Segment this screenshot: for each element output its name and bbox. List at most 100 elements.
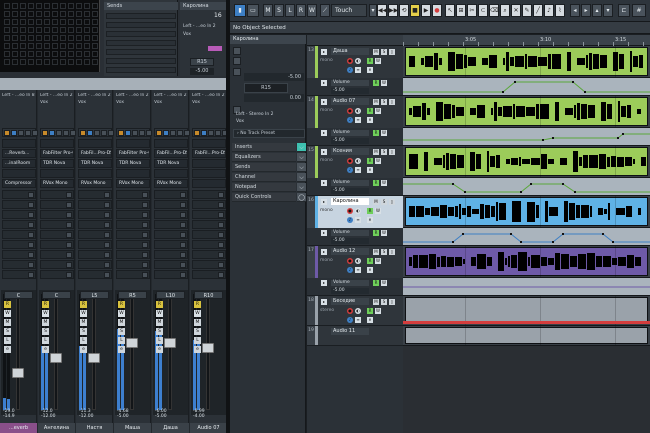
automation-curve[interactable] (403, 78, 650, 96)
slot-bypass-icon[interactable] (66, 212, 72, 218)
channel-output[interactable]: Vox (183, 32, 191, 37)
automation-point[interactable] (464, 191, 466, 193)
lower-zone-toggle-button[interactable]: ▭ (247, 4, 259, 17)
slot-bypass-icon[interactable] (218, 272, 224, 278)
overview-cell[interactable] (76, 51, 82, 57)
listen-button[interactable]: L (194, 337, 201, 344)
slot-bypass-icon[interactable] (28, 272, 34, 278)
track-mute-button[interactable]: M (373, 299, 379, 305)
mixer-divider-bar[interactable] (0, 78, 228, 90)
l-button[interactable]: L (285, 4, 295, 17)
slot-bypass-icon[interactable] (104, 272, 110, 278)
strip-toggle-button[interactable] (49, 130, 55, 136)
strip-input-routing[interactable]: Left - ...eo In 2 (40, 93, 74, 99)
mute-button[interactable]: M (42, 319, 49, 326)
rewind-button[interactable]: ◀◀ (377, 4, 387, 17)
slot-bypass-icon[interactable] (66, 272, 72, 278)
overview-cell[interactable] (36, 19, 42, 25)
automation-read-button[interactable]: R (373, 230, 379, 236)
overview-cell[interactable] (68, 3, 74, 9)
channel-name-label[interactable]: Даша (152, 423, 189, 433)
overview-cell[interactable] (28, 59, 34, 65)
volume-fader[interactable] (88, 353, 100, 363)
time-base-button[interactable]: ♪ (347, 117, 353, 123)
strip-output-routing[interactable]: Vox (154, 100, 188, 106)
overview-cell[interactable] (52, 27, 58, 33)
slot-bypass-icon[interactable] (142, 212, 148, 218)
automation-mode-select[interactable]: Touch (331, 4, 367, 17)
insert-slot[interactable] (116, 139, 150, 148)
insert-slot[interactable]: ...inalRoom (2, 159, 36, 168)
strip-toggle-button[interactable] (139, 130, 145, 136)
overview-cell[interactable] (60, 43, 66, 49)
slot-bypass-icon[interactable] (66, 242, 72, 248)
automation-write-button[interactable]: W (381, 180, 387, 186)
overview-cell[interactable] (28, 3, 34, 9)
automation-line[interactable] (403, 81, 650, 93)
overview-cell[interactable] (92, 3, 98, 9)
overview-cell[interactable] (68, 19, 74, 25)
insert-slot[interactable] (154, 169, 188, 178)
inspector-section-inserts[interactable]: Inserts (232, 143, 296, 152)
slot-bypass-icon[interactable] (180, 242, 186, 248)
track-expand-icon[interactable]: ▸ (321, 49, 327, 55)
overview-cell[interactable] (44, 35, 50, 41)
slot-bypass-icon[interactable] (66, 202, 72, 208)
overview-cell[interactable] (60, 3, 66, 9)
automation-line[interactable] (403, 133, 650, 141)
edit-button[interactable]: e (80, 346, 87, 353)
automation-track-header[interactable]: ▸ Volume -5.00 R W (307, 178, 403, 196)
inspector-section-sends[interactable]: Sends (232, 163, 296, 172)
read-automation-button[interactable]: R (367, 108, 373, 114)
event-display[interactable]: 3:05 3:10 3:15 (403, 35, 650, 433)
cycle-button[interactable]: ⟲ (399, 4, 409, 17)
inspector-input-routing[interactable]: Left - Stereo In 2 (233, 111, 305, 118)
grid-type-button[interactable]: # (632, 4, 646, 17)
overview-cell[interactable] (12, 11, 18, 17)
automation-line[interactable] (403, 233, 650, 243)
insert-slot[interactable]: FabFilter Pro-Q (40, 149, 74, 158)
edit-button[interactable]: e (118, 346, 125, 353)
monitor-button[interactable]: ◐ (355, 58, 361, 64)
s-button[interactable]: S (274, 4, 284, 17)
insert-slot[interactable]: RVox Mono (40, 179, 74, 188)
inspector-section-quick-controls[interactable]: Quick Controls (232, 193, 296, 202)
strip-toggle-button[interactable] (125, 130, 131, 136)
write-automation-button[interactable]: W (375, 308, 381, 314)
automation-value[interactable]: -5.00 (331, 138, 369, 144)
overview-cell[interactable] (12, 51, 18, 57)
record-enable-button[interactable]: ● (347, 58, 353, 64)
automation-point[interactable] (510, 233, 512, 235)
overview-cell[interactable] (12, 59, 18, 65)
fader-value-secondary[interactable]: -5.00 (155, 414, 167, 419)
automation-lane[interactable] (403, 128, 650, 146)
slot-bypass-icon[interactable] (104, 252, 110, 258)
send-slot[interactable] (106, 58, 176, 64)
insert-slot[interactable]: FabFil...Pro-DS (78, 149, 112, 158)
overview-cell[interactable] (28, 51, 34, 57)
edit-channel-button[interactable]: e (367, 317, 373, 323)
overview-cell[interactable] (76, 27, 82, 33)
inspector-section-equalizers[interactable]: Equalizers (232, 153, 296, 162)
overview-cell[interactable] (44, 3, 50, 9)
split-tool-icon[interactable]: ✂ (467, 4, 477, 17)
strip-toggle-button[interactable] (18, 130, 24, 136)
overview-cell[interactable] (52, 3, 58, 9)
overview-cell[interactable] (84, 51, 90, 57)
write-button[interactable]: W (156, 310, 163, 317)
slot-bypass-icon[interactable] (104, 262, 110, 268)
slot-bypass-icon[interactable] (180, 232, 186, 238)
overview-cell[interactable] (92, 59, 98, 65)
pan-readout[interactable]: R15 (190, 58, 214, 66)
mute-button[interactable]: M (4, 319, 11, 326)
insert-slot[interactable] (2, 139, 36, 148)
strip-output-routing[interactable]: Vox (192, 100, 226, 106)
automation-point[interactable] (452, 183, 454, 185)
solo-button[interactable]: S (80, 328, 87, 335)
channel-overview-grid[interactable] (0, 0, 100, 72)
insert-slot[interactable]: TDR Nova (154, 159, 188, 168)
track-lock-button[interactable]: ▯ (389, 199, 395, 205)
automation-point[interactable] (452, 241, 454, 243)
channel-name-label[interactable]: Маша (114, 423, 151, 433)
overview-cell[interactable] (52, 59, 58, 65)
